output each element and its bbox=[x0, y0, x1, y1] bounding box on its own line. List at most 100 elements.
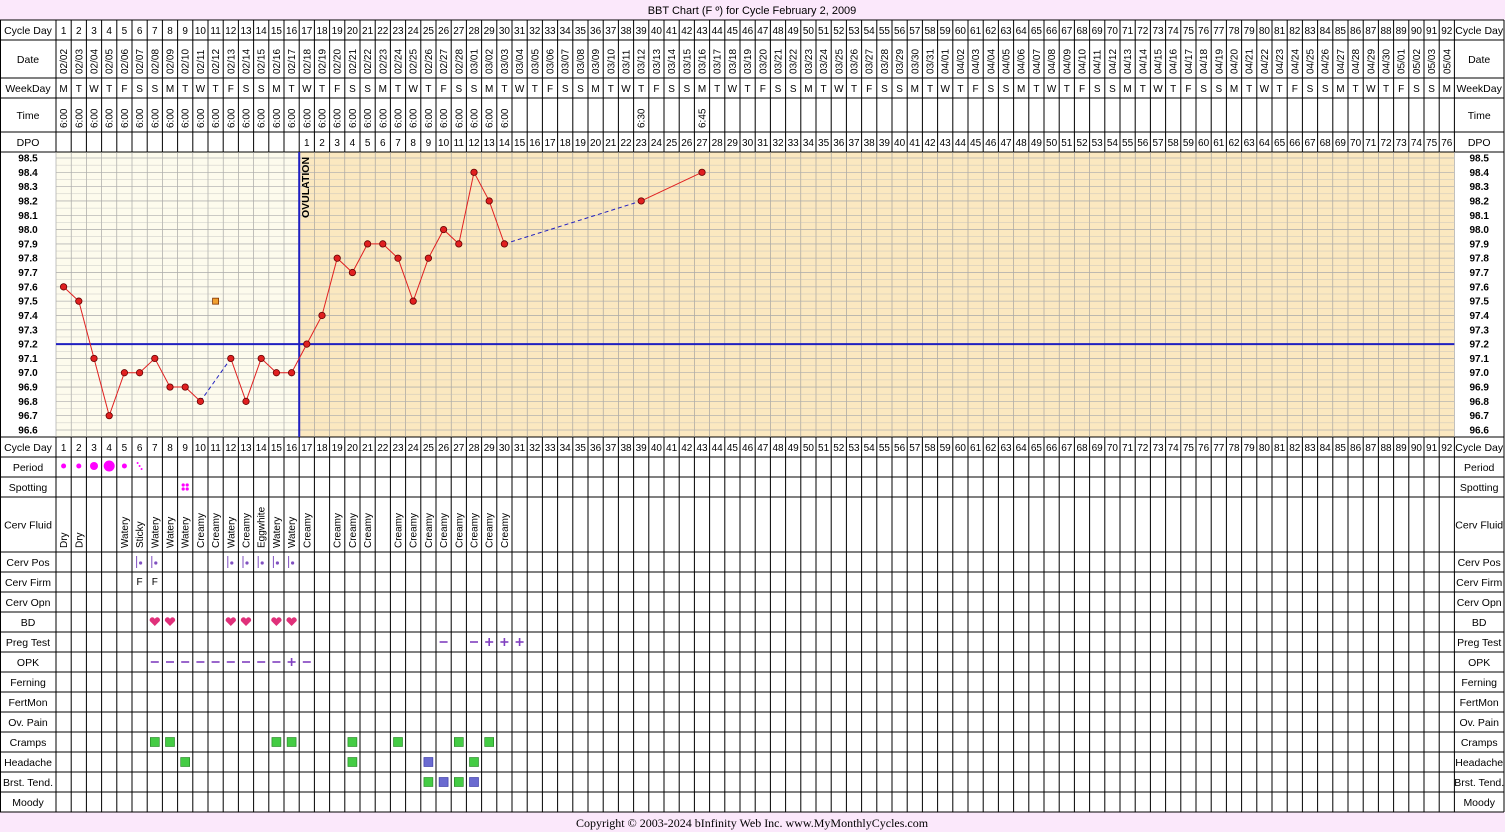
cycle-day-number: 32 bbox=[529, 26, 541, 37]
cycle-day-number: 24 bbox=[408, 26, 420, 37]
cerv-fluid-cell: Creamy bbox=[302, 513, 313, 548]
cerv-fluid-cell: Creamy bbox=[500, 513, 511, 548]
temperature-point[interactable] bbox=[424, 254, 432, 262]
weekday-cell: S bbox=[683, 84, 690, 95]
temperature-point[interactable] bbox=[409, 297, 417, 305]
temperature-point[interactable] bbox=[196, 397, 204, 405]
date-cell: 03/08 bbox=[576, 49, 587, 74]
chart-title: BBT Chart (F º) for Cycle February 2, 20… bbox=[648, 5, 857, 17]
y-tick-label-left: 97.7 bbox=[18, 268, 38, 279]
temperature-point[interactable] bbox=[318, 311, 326, 320]
row-label-dpo: DPO bbox=[17, 137, 40, 149]
time-cell: 6:45 bbox=[698, 108, 709, 128]
temperature-point[interactable] bbox=[485, 197, 493, 205]
cramps-mark bbox=[271, 737, 282, 747]
temperature-point[interactable] bbox=[90, 354, 98, 363]
temperature-point[interactable] bbox=[333, 254, 341, 262]
cycle-day-number: 69 bbox=[1092, 26, 1104, 37]
cycle-day-number-bottom: 78 bbox=[1228, 443, 1240, 454]
dpo-number: 47 bbox=[1000, 138, 1012, 149]
weekday-cell: S bbox=[136, 84, 143, 95]
date-cell: 04/09 bbox=[1062, 49, 1073, 74]
dpo-number: 72 bbox=[1380, 138, 1392, 149]
time-cell: 6:00 bbox=[287, 108, 298, 128]
temperature-point[interactable] bbox=[166, 383, 174, 391]
date-cell: 03/20 bbox=[758, 49, 769, 74]
cycle-day-number: 52 bbox=[833, 26, 845, 37]
temperature-point[interactable] bbox=[59, 283, 68, 291]
dpo-number: 65 bbox=[1274, 138, 1286, 149]
temperature-point[interactable] bbox=[455, 240, 463, 248]
weekday-cell: T bbox=[182, 84, 188, 95]
temperature-point[interactable] bbox=[105, 412, 113, 420]
cycle-day-number-bottom: 27 bbox=[453, 443, 465, 454]
cycle-day-number: 66 bbox=[1046, 26, 1058, 37]
cycle-day-number-bottom: 77 bbox=[1213, 443, 1225, 454]
temperature-point[interactable] bbox=[439, 225, 448, 234]
row-label-right-dpo: DPO bbox=[1468, 137, 1491, 149]
dpo-number: 10 bbox=[438, 138, 450, 149]
temperature-point[interactable] bbox=[500, 240, 508, 248]
weekday-cell: S bbox=[881, 84, 888, 95]
spotting-mark bbox=[185, 483, 189, 487]
temperature-point[interactable] bbox=[637, 197, 645, 205]
row-label-right-date: Date bbox=[1468, 54, 1490, 66]
cycle-day-number-bottom: 51 bbox=[818, 443, 830, 454]
date-cell: 04/06 bbox=[1017, 49, 1028, 74]
temperature-point[interactable] bbox=[470, 168, 478, 176]
row-label-right-cerv_firm: Cerv Firm bbox=[1456, 577, 1502, 589]
cycle-day-number-bottom: 65 bbox=[1031, 443, 1043, 454]
spotting-mark bbox=[185, 487, 189, 491]
temperature-point[interactable] bbox=[698, 168, 706, 176]
dpo-number: 61 bbox=[1213, 138, 1225, 149]
weekday-cell: T bbox=[608, 84, 614, 95]
temperature-point[interactable] bbox=[227, 354, 235, 363]
temperature-point[interactable] bbox=[363, 240, 372, 248]
cycle-day-number-bottom: 64 bbox=[1016, 443, 1028, 454]
cycle-day-number: 71 bbox=[1122, 26, 1134, 37]
weekday-cell: T bbox=[1353, 84, 1359, 95]
cycle-day-number-bottom: 67 bbox=[1061, 443, 1073, 454]
date-cell: 03/24 bbox=[819, 49, 830, 74]
date-cell: 05/03 bbox=[1427, 49, 1438, 74]
cycle-day-number-bottom: 17 bbox=[301, 443, 313, 454]
date-cell: 03/09 bbox=[591, 49, 602, 74]
row-label-cerv_pos: Cerv Pos bbox=[6, 557, 49, 569]
breast-tenderness-mark bbox=[453, 777, 464, 787]
temperature-point[interactable] bbox=[287, 369, 296, 377]
weekday-cell: T bbox=[289, 84, 295, 95]
date-cell: 04/21 bbox=[1245, 49, 1256, 74]
cycle-day-number: 4 bbox=[106, 26, 112, 37]
temperature-point[interactable] bbox=[394, 254, 402, 262]
temperature-point[interactable] bbox=[151, 354, 159, 363]
date-cell: 04/13 bbox=[1123, 49, 1134, 74]
temperature-point[interactable] bbox=[348, 268, 356, 277]
weekday-cell: T bbox=[1383, 84, 1389, 95]
discarded-temperature-point[interactable] bbox=[212, 297, 220, 305]
weekday-cell: F bbox=[547, 84, 553, 95]
copyright-footer[interactable]: Copyright © 2003-2024 bInfinity Web Inc.… bbox=[576, 816, 929, 830]
temperature-point[interactable] bbox=[242, 397, 250, 405]
temperature-point[interactable] bbox=[75, 297, 83, 305]
y-tick-label-left: 98.4 bbox=[18, 168, 38, 179]
cycle-day-number: 88 bbox=[1380, 26, 1392, 37]
row-label-right-time: Time bbox=[1468, 110, 1491, 122]
temperature-point[interactable] bbox=[181, 383, 189, 391]
temperature-point[interactable] bbox=[272, 369, 280, 377]
temperature-point[interactable] bbox=[303, 340, 311, 348]
row-label-bd: BD bbox=[21, 617, 36, 629]
y-tick-label-right: 96.8 bbox=[1469, 397, 1489, 408]
temperature-point[interactable] bbox=[120, 369, 129, 377]
cycle-day-number-bottom: 23 bbox=[392, 443, 404, 454]
temperature-point[interactable] bbox=[257, 354, 265, 363]
weekday-cell: M bbox=[1336, 84, 1344, 95]
cycle-day-number: 22 bbox=[377, 26, 389, 37]
row-label-opk: OPK bbox=[17, 657, 39, 669]
dpo-number: 27 bbox=[696, 138, 708, 149]
temperature-point[interactable] bbox=[379, 240, 387, 248]
cycle-day-number-bottom: 91 bbox=[1426, 443, 1438, 454]
weekday-cell: M bbox=[166, 84, 174, 95]
temperature-point[interactable] bbox=[136, 369, 144, 377]
weekday-cell: M bbox=[911, 84, 919, 95]
time-cell: 6:00 bbox=[485, 108, 496, 128]
